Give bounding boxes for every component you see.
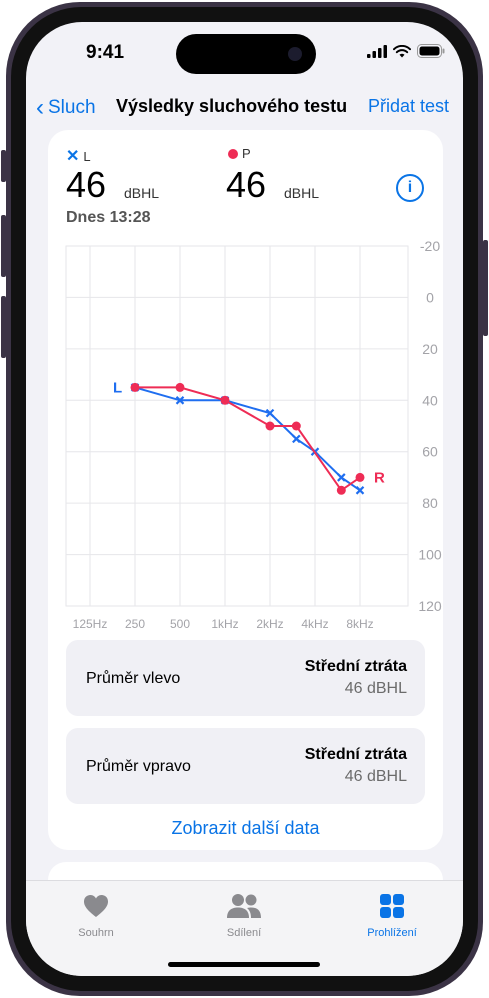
hearing-results-card: ✕ L P 46 dBHL 46 dBHL i Dnes 13:28 -20 0 2…	[48, 130, 443, 850]
tab-sharing[interactable]: Sdílení	[184, 891, 304, 939]
right-ear-header: P	[228, 146, 251, 161]
right-ear-point	[175, 382, 185, 392]
x-tick-label: 4kHz	[301, 617, 328, 631]
left-ear-line	[134, 386, 361, 492]
right-ear-point	[265, 421, 275, 431]
tab-summary-label: Souhrn	[78, 927, 114, 939]
x-tick-label: 8kHz	[346, 617, 373, 631]
add-test-button[interactable]: Přidat test	[368, 96, 449, 117]
y-tick-label: 0	[426, 289, 434, 305]
test-timestamp: Dnes 13:28	[66, 209, 151, 226]
left-ear-value: 46	[66, 164, 107, 205]
x-tick-label: 500	[170, 617, 190, 631]
average-left-value: 46 dBHL	[344, 680, 407, 697]
right-ear-unit: dBHL	[284, 185, 320, 201]
plot-frame	[65, 245, 409, 607]
heart-icon	[84, 895, 108, 917]
left-ear-point	[292, 434, 301, 444]
average-left-label: Průměr vlevo	[86, 670, 181, 687]
audiogram-chart: -20 0 20 40 60 80 100 120 125Hz 250 500 1kHz 2kHz 4kH…	[65, 238, 442, 631]
y-tick-label: -20	[420, 238, 440, 254]
y-tick-label: 100	[418, 547, 442, 563]
x-tick-label: 1kHz	[211, 617, 238, 631]
average-right-row[interactable]: Průměr vpravo Střední ztráta 46 dBHL	[66, 728, 425, 804]
average-left-row[interactable]: Průměr vlevo Střední ztráta 46 dBHL	[66, 640, 425, 716]
left-ear-label: L	[83, 148, 91, 164]
back-label: Sluch	[48, 97, 96, 118]
status-icons	[367, 44, 445, 58]
status-bar: 9:41	[26, 22, 463, 86]
battery-icon	[417, 44, 445, 58]
right-ear-point	[336, 485, 346, 495]
back-button[interactable]: ‹ Sluch	[36, 94, 96, 122]
wifi-icon	[393, 44, 411, 57]
tab-browse-label: Prohlížení	[367, 927, 417, 939]
right-series-label: R	[374, 469, 385, 486]
x-tick-label: 250	[125, 617, 145, 631]
camera-icon	[288, 47, 302, 61]
x-tick-label: 125Hz	[73, 617, 108, 631]
average-right-value: 46 dBHL	[344, 768, 407, 785]
people-icon	[227, 894, 261, 918]
y-tick-label: 20	[422, 341, 438, 357]
cross-marker-icon: ✕	[66, 148, 80, 165]
y-tick-label: 60	[422, 444, 438, 460]
right-ear-point	[220, 395, 230, 405]
average-left-category: Střední ztráta	[304, 658, 407, 675]
tab-summary[interactable]: Souhrn	[36, 891, 156, 939]
y-tick-label: 40	[422, 392, 438, 408]
home-indicator	[168, 962, 320, 967]
volume-up-button	[1, 215, 6, 277]
left-ear-unit: dBHL	[124, 185, 160, 201]
dynamic-island	[176, 34, 316, 74]
dot-marker-icon	[228, 148, 238, 159]
chevron-left-icon: ‹	[36, 94, 44, 121]
screen: 9:41 ‹ Sluch Výsledky sluchového testu P…	[26, 22, 463, 976]
grid-icon	[380, 894, 404, 918]
right-ear-point	[130, 382, 140, 392]
tab-browse[interactable]: Prohlížení	[332, 891, 452, 939]
average-right-label: Průměr vpravo	[86, 758, 191, 775]
side-button	[483, 240, 488, 336]
tab-sharing-label: Sdílení	[226, 927, 262, 939]
volume-down-button	[1, 296, 6, 358]
left-ear-header: ✕ L	[66, 146, 91, 166]
right-ear-point	[291, 421, 301, 431]
left-series-label: L	[113, 379, 122, 396]
y-tick-label: 80	[422, 495, 438, 511]
y-tick-label: 120	[418, 598, 442, 614]
info-icon: i	[407, 179, 413, 196]
left-ear-point	[337, 473, 346, 482]
right-ear-label: P	[242, 146, 251, 161]
average-right-category: Střední ztráta	[304, 746, 407, 763]
action-button	[1, 150, 6, 182]
show-more-data-link[interactable]: Zobrazit další data	[48, 818, 443, 839]
cellular-signal-icon	[367, 44, 387, 58]
x-tick-label: 2kHz	[256, 617, 283, 631]
page-title: Výsledky sluchového testu	[116, 96, 348, 116]
right-ear-value: 46	[226, 164, 267, 205]
info-button[interactable]: i	[396, 174, 424, 202]
right-ear-line	[135, 386, 361, 492]
right-ear-point	[355, 472, 365, 482]
status-time: 9:41	[86, 42, 125, 63]
navigation-bar: ‹ Sluch Výsledky sluchového testu Přidat…	[26, 94, 463, 130]
